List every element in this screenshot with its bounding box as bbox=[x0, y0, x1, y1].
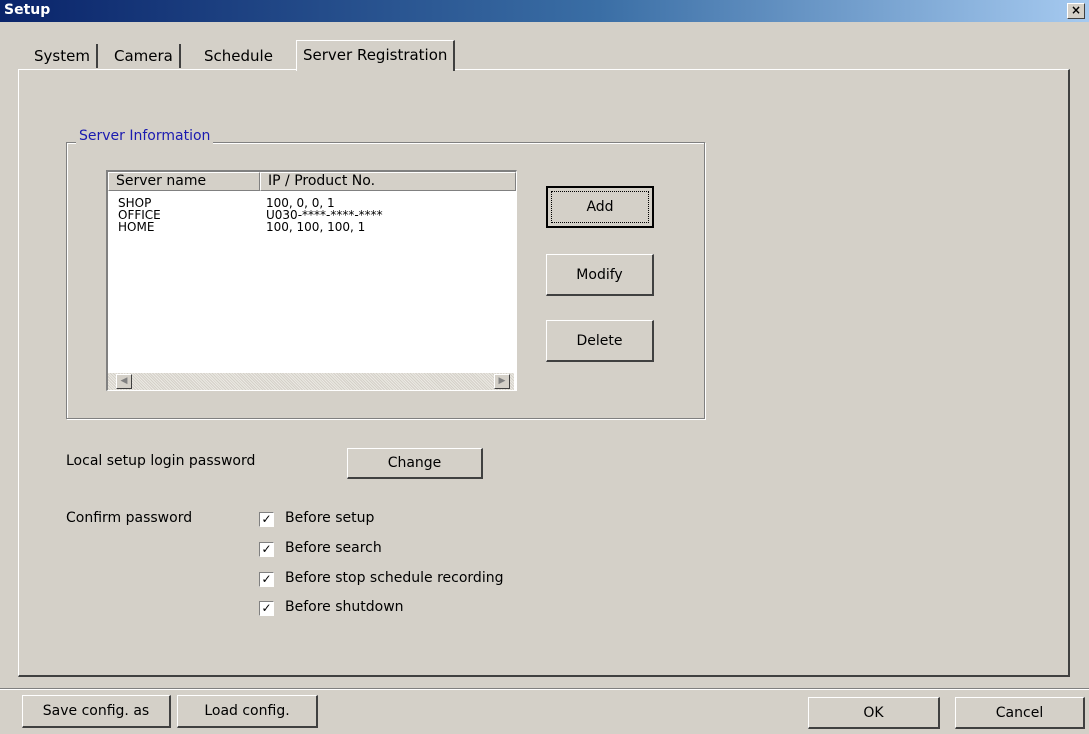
load-config-label: Load config. bbox=[204, 703, 290, 719]
ok-button[interactable]: OK bbox=[808, 697, 940, 729]
cancel-button[interactable]: Cancel bbox=[955, 697, 1085, 729]
save-config-button[interactable]: Save config. as bbox=[22, 695, 171, 728]
scroll-right-icon[interactable]: ▶ bbox=[494, 374, 510, 389]
close-icon[interactable]: × bbox=[1067, 3, 1085, 19]
server-list-header: Server name IP / Product No. bbox=[108, 172, 516, 191]
password-label: Local setup login password bbox=[66, 453, 256, 469]
checkbox-before-shutdown[interactable]: ✓ bbox=[259, 601, 274, 616]
server-address-cell: 100, 100, 100, 1 bbox=[266, 220, 366, 234]
confirm-password-label: Confirm password bbox=[66, 510, 193, 526]
column-header-ip-product[interactable]: IP / Product No. bbox=[260, 172, 516, 191]
save-config-label: Save config. as bbox=[42, 703, 150, 719]
change-password-button[interactable]: Change bbox=[347, 448, 483, 479]
window-title: Setup bbox=[4, 2, 51, 18]
checkbox-before-setup[interactable]: ✓ bbox=[259, 512, 274, 527]
before-setup-label: Before setup bbox=[285, 510, 375, 526]
scroll-left-icon[interactable]: ◀ bbox=[116, 374, 132, 389]
change-button-label: Change bbox=[387, 455, 442, 471]
load-config-button[interactable]: Load config. bbox=[177, 695, 318, 728]
modify-button-label: Modify bbox=[576, 267, 623, 283]
tab-system[interactable]: System bbox=[28, 44, 98, 68]
footer-separator bbox=[0, 688, 1089, 690]
server-row[interactable]: HOME 100, 100, 100, 1 bbox=[108, 221, 514, 233]
ok-label: OK bbox=[863, 705, 884, 721]
server-name-cell: HOME bbox=[118, 220, 155, 234]
horizontal-scrollbar[interactable]: ◀ ▶ bbox=[108, 373, 514, 390]
tab-camera[interactable]: Camera bbox=[108, 44, 181, 68]
focus-rect bbox=[551, 191, 649, 223]
modify-button[interactable]: Modify bbox=[546, 254, 654, 296]
before-search-label: Before search bbox=[285, 540, 382, 556]
checkbox-before-stop-recording[interactable]: ✓ bbox=[259, 572, 274, 587]
title-bar: Setup × bbox=[0, 0, 1089, 22]
checkbox-before-search[interactable]: ✓ bbox=[259, 542, 274, 557]
before-stop-recording-label: Before stop schedule recording bbox=[285, 570, 504, 586]
tab-server-registration-label: Server Registration bbox=[303, 46, 448, 64]
cancel-label: Cancel bbox=[995, 705, 1044, 721]
delete-button[interactable]: Delete bbox=[546, 320, 654, 362]
before-shutdown-label: Before shutdown bbox=[285, 599, 404, 615]
tab-schedule[interactable]: Schedule bbox=[198, 44, 279, 68]
server-information-label: Server Information bbox=[76, 128, 214, 144]
tab-schedule-label: Schedule bbox=[204, 47, 273, 65]
tab-server-registration[interactable]: Server Registration bbox=[296, 40, 456, 71]
column-header-server-name[interactable]: Server name bbox=[108, 172, 260, 191]
tab-system-label: System bbox=[34, 47, 90, 65]
server-list[interactable]: Server name IP / Product No. SHOP 100, 0… bbox=[106, 170, 517, 391]
add-button[interactable]: Add bbox=[546, 186, 654, 228]
tab-camera-label: Camera bbox=[114, 47, 173, 65]
delete-button-label: Delete bbox=[576, 333, 623, 349]
